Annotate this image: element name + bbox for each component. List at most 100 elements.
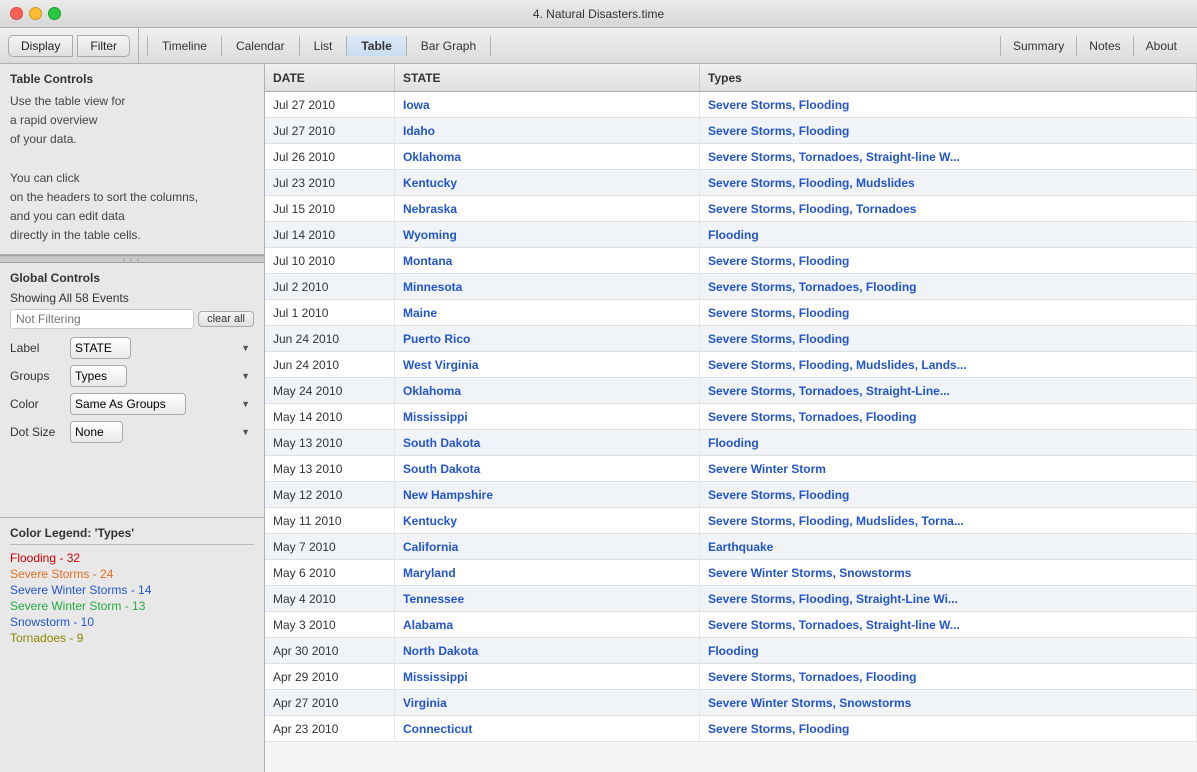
td-state[interactable]: South Dakota — [395, 430, 700, 455]
table-row[interactable]: Jul 2 2010MinnesotaSevere Storms, Tornad… — [265, 274, 1197, 300]
table-row[interactable]: Jul 23 2010KentuckySevere Storms, Floodi… — [265, 170, 1197, 196]
table-row[interactable]: Jul 1 2010MaineSevere Storms, Flooding — [265, 300, 1197, 326]
td-state[interactable]: Maine — [395, 300, 700, 325]
td-types[interactable]: Severe Storms, Tornadoes, Flooding — [700, 404, 1197, 429]
td-state[interactable]: Oklahoma — [395, 144, 700, 169]
minimize-button[interactable] — [29, 7, 42, 20]
tab-display[interactable]: Display — [8, 35, 73, 57]
td-state[interactable]: Oklahoma — [395, 378, 700, 403]
dot-size-select[interactable]: None — [70, 421, 123, 443]
th-types[interactable]: Types — [700, 64, 1197, 91]
table-body[interactable]: Jul 27 2010IowaSevere Storms, FloodingJu… — [265, 92, 1197, 772]
td-types[interactable]: Severe Storms, Flooding — [700, 482, 1197, 507]
td-types[interactable]: Flooding — [700, 638, 1197, 663]
close-button[interactable] — [10, 7, 23, 20]
td-types[interactable]: Severe Storms, Flooding, Mudslides — [700, 170, 1197, 195]
tab-about[interactable]: About — [1133, 36, 1189, 56]
table-row[interactable]: Apr 27 2010VirginiaSevere Winter Storms,… — [265, 690, 1197, 716]
tab-list[interactable]: List — [300, 36, 348, 56]
table-row[interactable]: Apr 30 2010North DakotaFlooding — [265, 638, 1197, 664]
td-types[interactable]: Severe Storms, Flooding — [700, 716, 1197, 741]
td-types[interactable]: Severe Storms, Flooding, Tornadoes — [700, 196, 1197, 221]
th-state[interactable]: STATE — [395, 64, 700, 91]
td-state[interactable]: Connecticut — [395, 716, 700, 741]
td-types[interactable]: Flooding — [700, 222, 1197, 247]
td-types[interactable]: Severe Winter Storm — [700, 456, 1197, 481]
td-types[interactable]: Severe Winter Storms, Snowstorms — [700, 560, 1197, 585]
table-row[interactable]: Jul 15 2010NebraskaSevere Storms, Floodi… — [265, 196, 1197, 222]
tab-timeline[interactable]: Timeline — [147, 36, 222, 56]
td-types[interactable]: Severe Storms, Flooding — [700, 326, 1197, 351]
groups-select[interactable]: Types — [70, 365, 127, 387]
maximize-button[interactable] — [48, 7, 61, 20]
label-select[interactable]: STATE — [70, 337, 131, 359]
table-row[interactable]: Jul 27 2010IowaSevere Storms, Flooding — [265, 92, 1197, 118]
clear-all-button[interactable]: clear all — [198, 311, 254, 327]
td-types[interactable]: Flooding — [700, 430, 1197, 455]
table-row[interactable]: Apr 29 2010MississippiSevere Storms, Tor… — [265, 664, 1197, 690]
td-state[interactable]: Montana — [395, 248, 700, 273]
table-row[interactable]: Jul 27 2010IdahoSevere Storms, Flooding — [265, 118, 1197, 144]
td-state[interactable]: Alabama — [395, 612, 700, 637]
table-row[interactable]: May 14 2010MississippiSevere Storms, Tor… — [265, 404, 1197, 430]
tab-summary[interactable]: Summary — [1000, 36, 1076, 56]
table-row[interactable]: Apr 23 2010ConnecticutSevere Storms, Flo… — [265, 716, 1197, 742]
td-state[interactable]: Maryland — [395, 560, 700, 585]
table-row[interactable]: Jul 10 2010MontanaSevere Storms, Floodin… — [265, 248, 1197, 274]
td-types[interactable]: Severe Storms, Tornadoes, Straight-line … — [700, 612, 1197, 637]
window-controls[interactable] — [10, 7, 61, 20]
td-types[interactable]: Severe Storms, Flooding — [700, 300, 1197, 325]
td-types[interactable]: Severe Storms, Flooding — [700, 118, 1197, 143]
td-state[interactable]: Wyoming — [395, 222, 700, 247]
tab-calendar[interactable]: Calendar — [222, 36, 300, 56]
td-types[interactable]: Severe Storms, Tornadoes, Flooding — [700, 664, 1197, 689]
table-row[interactable]: May 12 2010New HampshireSevere Storms, F… — [265, 482, 1197, 508]
panel-divider[interactable] — [0, 255, 264, 263]
table-row[interactable]: May 11 2010KentuckySevere Storms, Floodi… — [265, 508, 1197, 534]
td-types[interactable]: Severe Storms, Tornadoes, Straight-Line.… — [700, 378, 1197, 403]
td-state[interactable]: Nebraska — [395, 196, 700, 221]
td-state[interactable]: Kentucky — [395, 508, 700, 533]
td-state[interactable]: West Virginia — [395, 352, 700, 377]
td-types[interactable]: Severe Storms, Flooding, Straight-Line W… — [700, 586, 1197, 611]
table-row[interactable]: May 13 2010South DakotaFlooding — [265, 430, 1197, 456]
td-state[interactable]: Minnesota — [395, 274, 700, 299]
td-state[interactable]: Tennessee — [395, 586, 700, 611]
td-state[interactable]: North Dakota — [395, 638, 700, 663]
table-row[interactable]: May 24 2010OklahomaSevere Storms, Tornad… — [265, 378, 1197, 404]
table-row[interactable]: May 7 2010CaliforniaEarthquake — [265, 534, 1197, 560]
td-types[interactable]: Severe Storms, Flooding — [700, 92, 1197, 117]
td-types[interactable]: Earthquake — [700, 534, 1197, 559]
td-types[interactable]: Severe Storms, Flooding, Mudslides, Land… — [700, 352, 1197, 377]
tab-notes[interactable]: Notes — [1076, 36, 1132, 56]
td-state[interactable]: Idaho — [395, 118, 700, 143]
td-state[interactable]: South Dakota — [395, 456, 700, 481]
td-types[interactable]: Severe Storms, Flooding, Mudslides, Torn… — [700, 508, 1197, 533]
table-row[interactable]: Jun 24 2010West VirginiaSevere Storms, F… — [265, 352, 1197, 378]
td-state[interactable]: Kentucky — [395, 170, 700, 195]
td-types[interactable]: Severe Storms, Flooding — [700, 248, 1197, 273]
td-types[interactable]: Severe Storms, Tornadoes, Flooding — [700, 274, 1197, 299]
table-row[interactable]: Jun 24 2010Puerto RicoSevere Storms, Flo… — [265, 326, 1197, 352]
table-row[interactable]: Jul 14 2010WyomingFlooding — [265, 222, 1197, 248]
table-row[interactable]: May 13 2010South DakotaSevere Winter Sto… — [265, 456, 1197, 482]
td-state[interactable]: Mississippi — [395, 664, 700, 689]
color-select[interactable]: Same As Groups — [70, 393, 186, 415]
td-state[interactable]: Puerto Rico — [395, 326, 700, 351]
table-row[interactable]: May 6 2010MarylandSevere Winter Storms, … — [265, 560, 1197, 586]
tab-bar-graph[interactable]: Bar Graph — [407, 36, 491, 56]
td-state[interactable]: Mississippi — [395, 404, 700, 429]
table-row[interactable]: Jul 26 2010OklahomaSevere Storms, Tornad… — [265, 144, 1197, 170]
table-row[interactable]: May 4 2010TennesseeSevere Storms, Floodi… — [265, 586, 1197, 612]
table-row[interactable]: May 3 2010AlabamaSevere Storms, Tornadoe… — [265, 612, 1197, 638]
filter-input[interactable] — [10, 309, 194, 329]
th-date[interactable]: DATE — [265, 64, 395, 91]
td-state[interactable]: California — [395, 534, 700, 559]
td-state[interactable]: Virginia — [395, 690, 700, 715]
td-types[interactable]: Severe Winter Storms, Snowstorms — [700, 690, 1197, 715]
td-types[interactable]: Severe Storms, Tornadoes, Straight-line … — [700, 144, 1197, 169]
tab-filter[interactable]: Filter — [77, 35, 130, 57]
td-state[interactable]: New Hampshire — [395, 482, 700, 507]
td-state[interactable]: Iowa — [395, 92, 700, 117]
tab-table[interactable]: Table — [347, 36, 406, 56]
